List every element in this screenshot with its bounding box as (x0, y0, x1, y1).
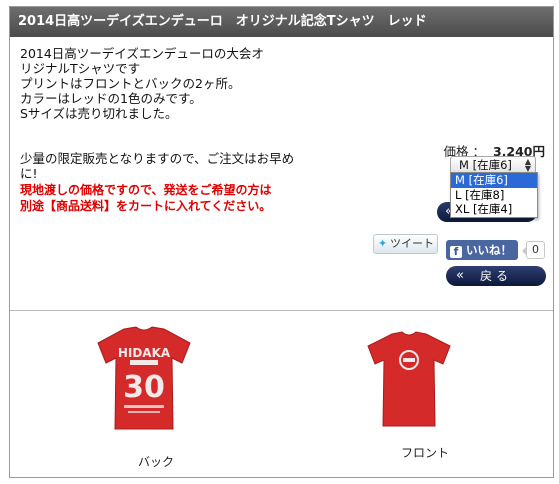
tshirt-back-image[interactable]: HIDAKA 30 (94, 325, 194, 433)
product-description: 2014日高ツーデイズエンデューロの大会オ リジナルTシャツです プリントはフロ… (20, 46, 295, 121)
divider (10, 310, 553, 311)
tshirt-front-image[interactable] (365, 330, 453, 430)
shipping-warning: 現地渡しの価格ですので、発送をご希望の方は別途【商品送料】をカートに入れてくださ… (20, 183, 272, 213)
facebook-like-button[interactable]: f いいね！ (446, 240, 518, 260)
size-option-l[interactable]: L [在庫8] (451, 188, 537, 203)
back-button[interactable]: « 戻る (446, 266, 546, 286)
facebook-icon: f (450, 246, 462, 258)
size-option-xl[interactable]: XL [在庫4] (451, 202, 537, 217)
tweet-button[interactable]: ✦ ツイート (373, 234, 438, 254)
size-option-m[interactable]: M [在庫6] (451, 173, 537, 188)
like-label: いいね！ (466, 243, 512, 257)
back-caption: バック (138, 455, 175, 469)
twitter-bird-icon: ✦ (378, 237, 388, 250)
size-select-value: M [在庫6] (459, 158, 512, 172)
description-line: 2014日高ツーデイズエンデューロの大会オ (20, 46, 264, 61)
description-line: Sサイズは売り切れました。 (20, 106, 178, 121)
back-label: 戻る (479, 269, 512, 283)
back-print-text: HIDAKA (118, 346, 171, 360)
front-caption: フロント (401, 446, 450, 460)
description-line: プリントはフロントとバックの2ヶ所。 (20, 76, 241, 91)
limited-sale-note: 少量の限定販売となりますので、ご注文はお早めに! (20, 151, 295, 181)
product-title: 2014日高ツーデイズエンデューロ オリジナル記念Tシャツ レッド (10, 7, 553, 37)
like-count: 0 (522, 241, 545, 259)
back-print-number: 30 (123, 370, 165, 405)
select-arrows-icon: ▲ ▼ (524, 157, 531, 173)
tweet-label: ツイート (390, 237, 434, 250)
description-line: カラーはレッドの1色のみです。 (20, 91, 202, 106)
size-dropdown-list[interactable]: M [在庫6] L [在庫8] XL [在庫4] (450, 172, 538, 218)
description-line: リジナルTシャツです (20, 61, 141, 76)
